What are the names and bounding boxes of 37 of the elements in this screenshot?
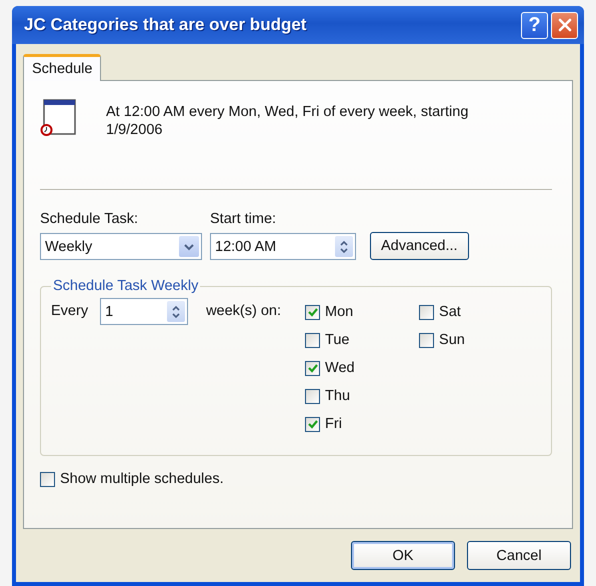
window-clock-icon bbox=[40, 99, 76, 137]
checkbox[interactable] bbox=[305, 332, 320, 348]
close-icon bbox=[556, 17, 572, 33]
checkbox[interactable] bbox=[305, 388, 320, 404]
help-button[interactable]: ? bbox=[521, 12, 548, 38]
cancel-button[interactable]: Cancel bbox=[467, 541, 571, 570]
day-label: Wed bbox=[325, 360, 355, 376]
day-label: Tue bbox=[325, 332, 350, 348]
checkbox[interactable] bbox=[305, 304, 320, 320]
spin-control[interactable] bbox=[335, 236, 353, 257]
start-time-label: Start time: bbox=[210, 211, 278, 228]
group-title: Schedule Task Weekly bbox=[52, 278, 200, 294]
day-label: Fri bbox=[325, 416, 342, 432]
schedule-task-dropdown[interactable]: Weekly bbox=[40, 233, 202, 260]
ok-button[interactable]: OK bbox=[351, 541, 455, 570]
checkbox[interactable] bbox=[419, 304, 434, 320]
day-label: Sat bbox=[439, 304, 461, 320]
checkbox[interactable] bbox=[305, 360, 320, 376]
day-label: Mon bbox=[325, 304, 354, 320]
chevron-down-icon bbox=[184, 242, 194, 250]
every-weeks-field[interactable]: 1 bbox=[100, 298, 188, 325]
spin-control[interactable] bbox=[167, 301, 186, 322]
tab[interactable]: Schedule bbox=[23, 54, 102, 81]
day-label: Sun bbox=[439, 332, 465, 348]
schedule-summary: At 12:00 AM every Mon, Wed, Fri of every week, starting 1/9/2006 bbox=[106, 103, 470, 139]
weeks-on-label: week(s) on: bbox=[206, 302, 282, 321]
schedule-task-label: Schedule Task: bbox=[40, 211, 140, 228]
day-label: Thu bbox=[325, 388, 350, 404]
close-button[interactable] bbox=[551, 12, 578, 38]
start-time-field[interactable]: 12:00 AM bbox=[210, 233, 356, 260]
window-title: JC Categories that are over budget bbox=[24, 15, 306, 35]
every-label: Every bbox=[51, 302, 88, 321]
show-multiple-label: Show multiple schedules. bbox=[60, 471, 224, 487]
checkbox[interactable] bbox=[305, 416, 320, 432]
checkbox[interactable] bbox=[40, 472, 55, 486]
advanced-button[interactable]: Advanced... bbox=[370, 232, 469, 260]
checkbox[interactable] bbox=[419, 332, 434, 348]
